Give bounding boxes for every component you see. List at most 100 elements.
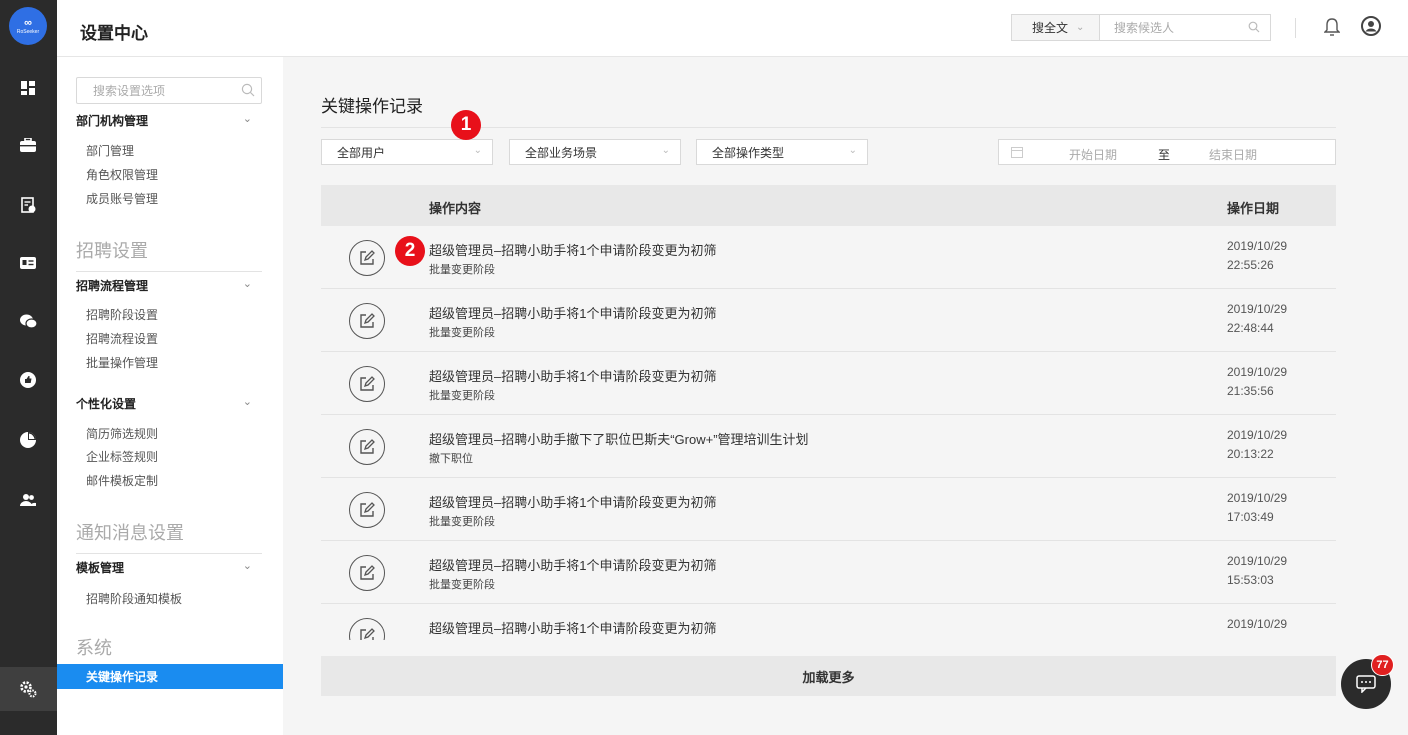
table-row[interactable]: 超级管理员–招聘小助手将1个申请阶段变更为初筛 批量变更阶段 2019/10/2…	[321, 226, 1336, 289]
row-date: 2019/10/29	[1227, 239, 1288, 253]
row-time: 22:55:26	[1227, 258, 1274, 272]
row-time: 20:13:22	[1227, 447, 1274, 461]
settings-search-placeholder: 搜索设置选项	[93, 84, 166, 98]
annotation-badge-2: 2	[395, 236, 425, 266]
sidebar-item-mail-templates[interactable]: 邮件模板定制	[86, 472, 158, 489]
resume-icon[interactable]	[18, 195, 38, 215]
section-recruit-settings: 招聘设置	[76, 237, 262, 272]
sidebar-item-flows[interactable]: 招聘流程设置	[86, 330, 158, 347]
load-more-button[interactable]: 加载更多	[321, 656, 1336, 696]
date-range-picker[interactable]: 开始日期 至 结束日期	[998, 139, 1336, 165]
row-date: 2019/10/29	[1227, 302, 1288, 316]
edit-icon	[349, 429, 385, 465]
scene-filter-value: 全部业务场景	[525, 145, 598, 160]
date-end-input[interactable]: 结束日期	[1209, 146, 1257, 163]
edit-icon	[349, 303, 385, 339]
chevron-down-icon: ⌄	[242, 560, 252, 572]
table-header: 操作内容 操作日期	[321, 185, 1336, 226]
logo-mark: ∞	[24, 16, 32, 29]
row-title: 超级管理员–招聘小助手将1个申请阶段变更为初筛	[429, 495, 717, 510]
table-row[interactable]: 超级管理员–招聘小助手将1个申请阶段变更为初筛 批量变更阶段 2019/10/2…	[321, 478, 1336, 541]
row-date: 2019/10/29	[1227, 365, 1288, 379]
scene-filter-select[interactable]: 全部业务场景 ⌄	[509, 139, 681, 165]
table-body: 超级管理员–招聘小助手将1个申请阶段变更为初筛 批量变更阶段 2019/10/2…	[321, 226, 1336, 640]
sidebar-item-dept[interactable]: 部门管理	[86, 142, 134, 159]
sidebar-item-tag-rules[interactable]: 企业标签规则	[86, 448, 158, 465]
sidebar-item-roles[interactable]: 角色权限管理	[86, 166, 158, 183]
chevron-down-icon: ⌄	[473, 145, 482, 156]
search-icon[interactable]	[241, 83, 255, 100]
table-row[interactable]: 超级管理员–招聘小助手将1个申请阶段变更为初筛 批量变更阶段 2019/10/2…	[321, 541, 1336, 604]
search-scope-select[interactable]: 搜全文 ⌄	[1011, 14, 1099, 41]
ops-log-table: 操作内容 操作日期 超级管理员–招聘小助手将1个申请阶段变更为初筛 批量变更阶段…	[321, 185, 1336, 640]
row-subtitle: 批量变更阶段	[429, 390, 495, 402]
chevron-down-icon: ⌄	[242, 396, 252, 408]
message-icon	[1356, 675, 1376, 693]
table-row[interactable]: 超级管理员–招聘小助手将1个申请阶段变更为初筛 批量变更阶段 2019/10/2…	[321, 352, 1336, 415]
row-date: 2019/10/29	[1227, 491, 1288, 505]
row-title: 超级管理员–招聘小助手撤下了职位巴斯夫“Grow+”管理培训生计划	[429, 432, 809, 447]
logo-wordmark: RoSeeker	[16, 28, 40, 35]
search-icon[interactable]	[1248, 21, 1260, 36]
thumbs-up-icon[interactable]	[18, 370, 38, 390]
settings-sidebar: 搜索设置选项 部门机构管理 ⌄ 部门管理 角色权限管理 成员账号管理 招聘设置 …	[57, 57, 283, 735]
sidebar-item-stages[interactable]: 招聘阶段设置	[86, 306, 158, 323]
row-title: 超级管理员–招聘小助手将1个申请阶段变更为初筛	[429, 306, 717, 321]
row-time: 17:03:49	[1227, 510, 1274, 524]
user-avatar-icon[interactable]	[1361, 16, 1381, 41]
row-time: 15:53:03	[1227, 573, 1274, 587]
row-date: 2019/10/29	[1227, 428, 1288, 442]
chat-unread-badge: 77	[1371, 654, 1394, 676]
app-rail: ∞ RoSeeker	[0, 0, 57, 735]
calendar-icon	[1011, 146, 1023, 161]
date-range-separator: 至	[1158, 148, 1171, 162]
chevron-down-icon: ⌄	[1076, 22, 1085, 33]
chat-icon[interactable]	[18, 311, 38, 331]
group-templates[interactable]: 模板管理 ⌄	[76, 559, 262, 576]
row-subtitle: 批量变更阶段	[429, 579, 495, 591]
user-filter-value: 全部用户	[337, 145, 386, 160]
group-dept-org[interactable]: 部门机构管理 ⌄	[76, 112, 262, 129]
top-header: 设置中心 搜全文 ⌄ 搜索候选人	[57, 0, 1408, 57]
sidebar-item-batch[interactable]: 批量操作管理	[86, 354, 158, 371]
chevron-down-icon: ⌄	[848, 145, 857, 156]
briefcase-icon[interactable]	[18, 135, 38, 155]
group-label: 个性化设置	[76, 397, 137, 411]
people-icon[interactable]	[18, 490, 38, 510]
id-card-icon[interactable]	[18, 253, 38, 273]
dashboard-icon[interactable]	[18, 78, 38, 98]
section-system: 系统	[76, 638, 112, 658]
sidebar-item-members[interactable]: 成员账号管理	[86, 190, 158, 207]
user-filter-select[interactable]: 全部用户 ⌄	[321, 139, 493, 165]
edit-icon	[349, 492, 385, 528]
row-time: 21:35:56	[1227, 384, 1274, 398]
sidebar-item-resume-rules[interactable]: 简历筛选规则	[86, 425, 158, 442]
row-subtitle: 批量变更阶段	[429, 264, 495, 276]
date-start-input[interactable]: 开始日期	[1069, 146, 1117, 163]
edit-icon	[349, 618, 385, 640]
group-label: 模板管理	[76, 561, 125, 575]
pie-chart-icon[interactable]	[18, 430, 38, 450]
sidebar-item-key-ops-log[interactable]: 关键操作记录	[57, 664, 283, 689]
row-subtitle: 批量变更阶段	[429, 327, 495, 339]
sidebar-item-stage-notify-template[interactable]: 招聘阶段通知模板	[86, 590, 182, 607]
op-type-filter-select[interactable]: 全部操作类型 ⌄	[696, 139, 868, 165]
table-row[interactable]: 超级管理员–招聘小助手撤下了职位巴斯夫“Grow+”管理培训生计划 撤下职位 2…	[321, 415, 1336, 478]
row-date: 2019/10/29	[1227, 617, 1288, 631]
group-personalization[interactable]: 个性化设置 ⌄	[76, 395, 262, 412]
candidate-search-input[interactable]: 搜索候选人	[1099, 14, 1271, 41]
column-header-content: 操作内容	[429, 201, 482, 216]
app-logo[interactable]: ∞ RoSeeker	[9, 7, 47, 45]
settings-search-input[interactable]: 搜索设置选项	[76, 77, 262, 104]
row-title: 超级管理员–招聘小助手将1个申请阶段变更为初筛	[429, 621, 717, 636]
page-header-title: 设置中心	[80, 24, 148, 43]
row-title: 超级管理员–招聘小助手将1个申请阶段变更为初筛	[429, 369, 717, 384]
table-row[interactable]: 超级管理员–招聘小助手将1个申请阶段变更为初筛 批量变更阶段 2019/10/2…	[321, 289, 1336, 352]
group-recruit-flow[interactable]: 招聘流程管理 ⌄	[76, 277, 262, 294]
settings-icon[interactable]	[18, 679, 38, 699]
bell-icon[interactable]	[1323, 17, 1341, 42]
row-time: 22:48:44	[1227, 321, 1274, 335]
header-divider	[1295, 18, 1296, 38]
table-row[interactable]: 超级管理员–招聘小助手将1个申请阶段变更为初筛 2019/10/29	[321, 604, 1336, 640]
group-label: 招聘流程管理	[76, 279, 149, 293]
